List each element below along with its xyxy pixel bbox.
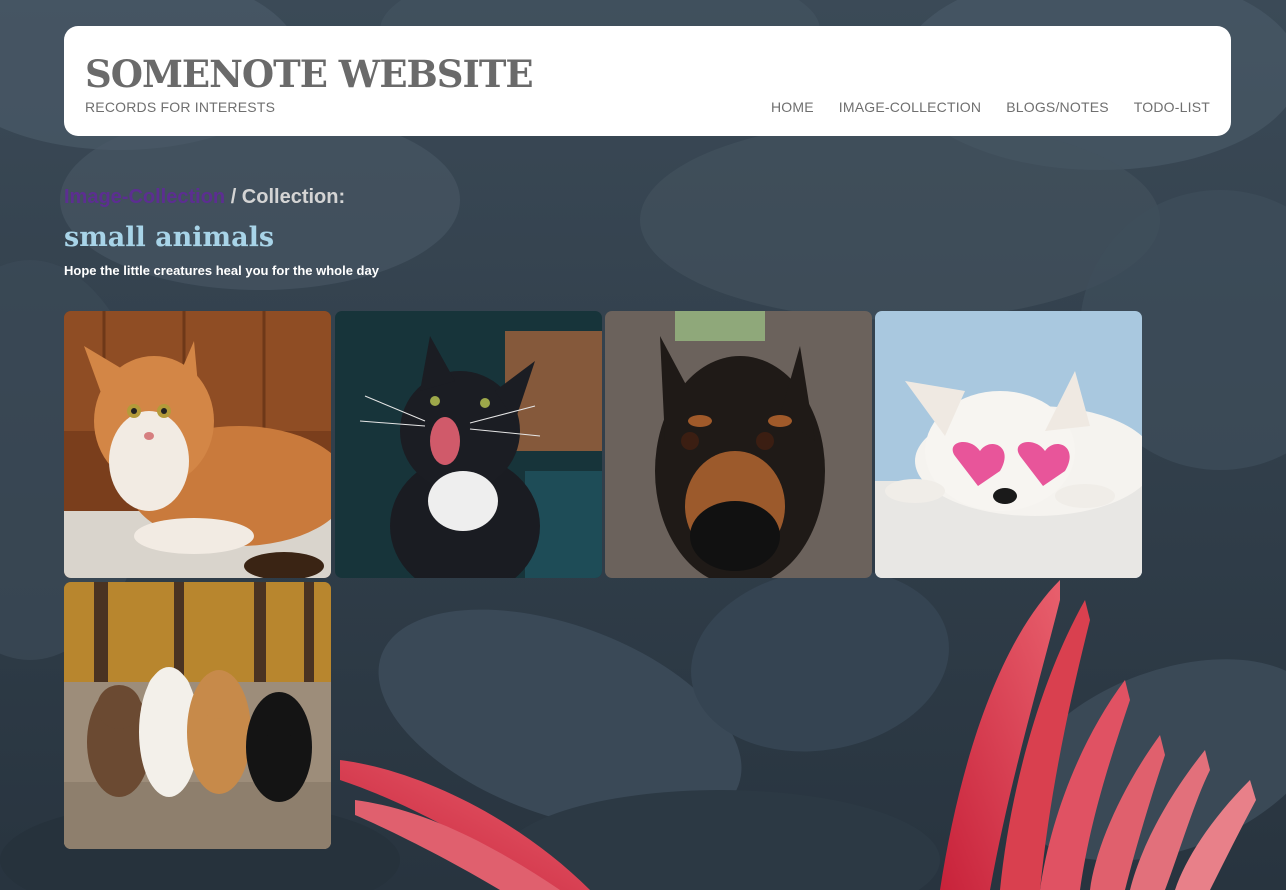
page: SOMENOTE WEBSITE RECORDS FOR INTERESTS H… — [0, 0, 1286, 890]
breadcrumb-current: / Collection: — [225, 186, 346, 208]
gallery-image-pomeranians[interactable] — [64, 582, 331, 849]
nav-link-todo-list[interactable]: TODO-LIST — [1134, 99, 1210, 115]
main-nav: HOME IMAGE-COLLECTION BLOGS/NOTES TODO-L… — [771, 99, 1210, 115]
gallery-image-doberman[interactable] — [605, 311, 872, 578]
collection-description: Hope the little creatures heal you for t… — [64, 263, 379, 278]
breadcrumb-link-image-collection[interactable]: Image-Collection — [64, 186, 225, 208]
collection-title: small animals — [64, 222, 275, 253]
gallery-image-black-kitten[interactable] — [335, 311, 602, 578]
breadcrumb: Image-Collection / Collection: — [64, 186, 345, 209]
nav-link-blogs-notes[interactable]: BLOGS/NOTES — [1006, 99, 1109, 115]
site-title[interactable]: SOMENOTE WEBSITE — [85, 52, 534, 96]
site-subtitle: RECORDS FOR INTERESTS — [85, 99, 276, 115]
nav-link-image-collection[interactable]: IMAGE-COLLECTION — [839, 99, 981, 115]
gallery-image-white-dog-sunglasses[interactable] — [875, 311, 1142, 578]
nav-link-home[interactable]: HOME — [771, 99, 814, 115]
site-header: SOMENOTE WEBSITE RECORDS FOR INTERESTS H… — [64, 26, 1231, 136]
gallery-image-orange-cat[interactable] — [64, 311, 331, 578]
